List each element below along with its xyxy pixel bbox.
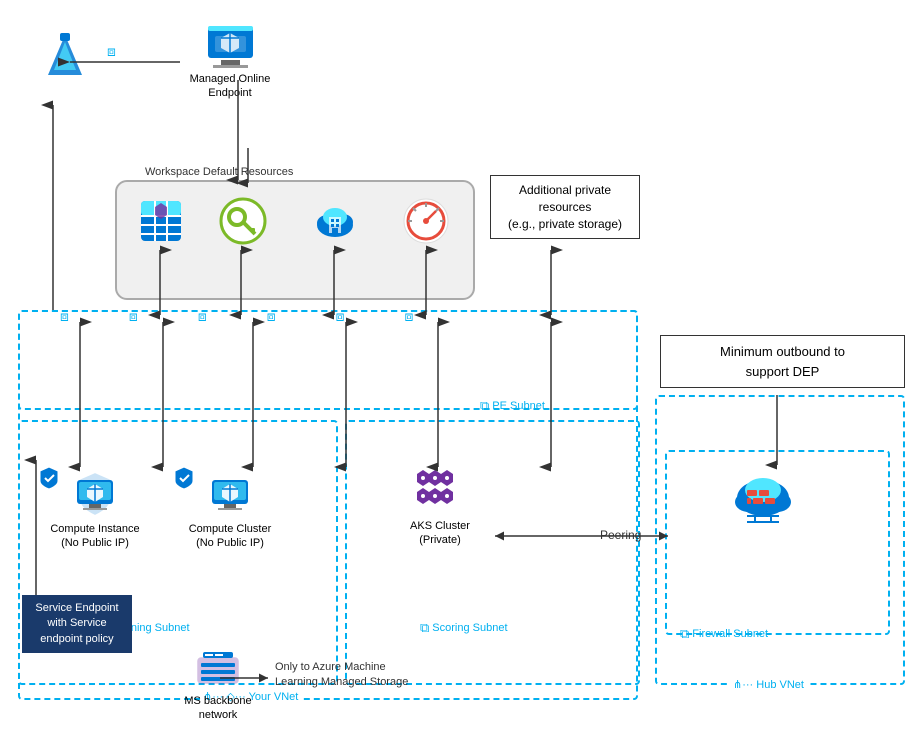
minimum-outbound-box: Minimum outbound tosupport DEP <box>660 335 905 388</box>
ms-backbone-label: MS backbonenetwork <box>184 694 251 723</box>
storage-icon-container <box>128 195 193 247</box>
arrow-pe-4 <box>338 322 358 472</box>
only-to-azure-label: Only to Azure MachineLearning Managed St… <box>275 660 408 691</box>
arrow-insights-down <box>418 250 438 320</box>
managed-online-endpoint-icon <box>203 18 258 68</box>
firewall-subnet-label: ⧉ Firewall Subnet <box>680 626 768 642</box>
compute-cluster-shield <box>173 465 195 494</box>
service-endpoint-box: Service Endpointwith Serviceendpoint pol… <box>22 595 132 653</box>
arrow-azml-up <box>45 100 65 315</box>
arrow-registry-down <box>326 250 346 320</box>
workspace-default-resources-label: Workspace Default Resources <box>145 166 293 178</box>
connector-symbol-1: ⧈ <box>107 43 116 60</box>
arrow-service-ep-up <box>28 460 48 600</box>
arrow-keyvault-down <box>233 250 253 320</box>
firewall-icon-container <box>718 470 808 532</box>
aks-cluster-label: AKS Cluster(Private) <box>410 519 470 548</box>
arrow-backbone-to-storage <box>220 668 275 688</box>
aks-cluster-container: AKS Cluster(Private) <box>390 460 490 548</box>
arrow-workspace-label-down <box>240 148 260 188</box>
key-vault-icon <box>217 195 269 247</box>
app-insights-icon <box>400 195 452 247</box>
arrow-moe-to-ml <box>60 50 190 80</box>
peering-arrow <box>490 526 675 546</box>
arrow-private-resources-down <box>543 250 563 320</box>
pe-subnet-label: ⧉ PE Subnet <box>480 398 545 414</box>
arrow-pe-to-compute-cluster <box>155 322 175 472</box>
hub-vnet-label: ⋔··· Hub VNet <box>730 678 807 691</box>
app-insights-icon-container <box>393 195 458 247</box>
storage-icon <box>135 195 187 247</box>
compute-instance-icon <box>69 470 121 518</box>
arrow-pe-to-aks <box>430 322 450 472</box>
arrow-pe-3 <box>245 322 265 472</box>
additional-private-resources-box: Additional privateresources(e.g., privat… <box>490 175 640 239</box>
diagram-container: ⋔··· ◇··· Your VNet ⋔··· Hub VNet ⧉ PE S… <box>0 0 919 735</box>
key-vault-icon-container <box>210 195 275 247</box>
arrow-pe-to-compute-instance <box>72 322 92 472</box>
compute-cluster-icon <box>204 470 256 518</box>
arrow-pe-to-private <box>543 322 563 472</box>
firewall-icon <box>727 470 799 532</box>
scoring-subnet-label: ⧉ Scoring Subnet <box>420 620 508 636</box>
compute-instance-label: Compute Instance(No Public IP) <box>50 522 139 551</box>
arrow-min-outbound-to-firewall <box>769 395 789 470</box>
arrow-storage-down <box>152 250 172 320</box>
container-registry-icon <box>309 195 361 247</box>
compute-cluster-label: Compute Cluster(No Public IP) <box>189 522 272 551</box>
container-registry-icon-container <box>302 195 367 247</box>
